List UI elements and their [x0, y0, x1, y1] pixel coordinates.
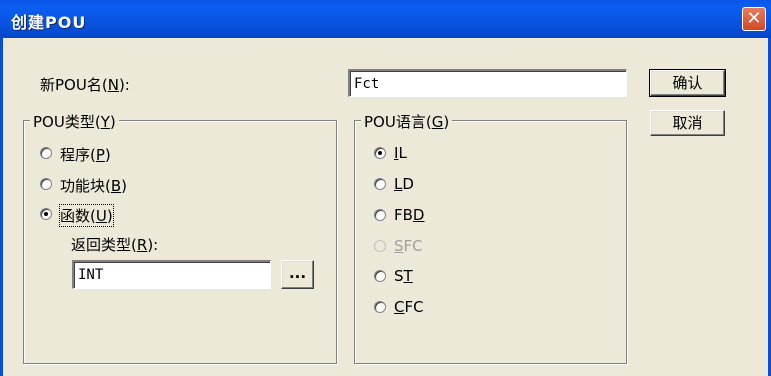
cancel-button[interactable]: 取消	[650, 110, 725, 136]
pou-name-label: 新POU名(N):	[40, 76, 130, 94]
pou-type-group: POU类型(Y) 程序(P) 功能块(B) 函数(U) 返回类型(R): INT…	[23, 111, 337, 364]
radio-lang-il-label: IL	[394, 144, 407, 162]
radio-lang-fbd-label: FBD	[394, 206, 425, 224]
close-icon: ✕	[746, 8, 762, 29]
radio-function-block-label: 功能块(B)	[60, 177, 128, 195]
radio-lang-sfc-indicator	[374, 240, 386, 252]
radio-lang-ld-label: LD	[394, 175, 414, 193]
ok-button[interactable]: 确认	[649, 69, 726, 97]
return-type-input[interactable]: INT	[72, 260, 271, 289]
dialog-body: 新POU名(N): Fct 确认 取消 POU类型(Y) 程序(P) 功能块(B…	[0, 38, 771, 376]
radio-function-label: 函数(U)	[59, 204, 114, 227]
pou-name-input[interactable]: Fct	[348, 69, 627, 97]
radio-lang-il-indicator[interactable]	[374, 147, 386, 159]
radio-function-block-indicator[interactable]	[40, 178, 52, 190]
radio-lang-ld-indicator[interactable]	[374, 178, 386, 190]
radio-lang-cfc-label: CFC	[394, 298, 424, 316]
pou-type-group-title: POU类型(Y)	[30, 111, 119, 132]
radio-program-indicator[interactable]	[40, 147, 52, 159]
title-bar[interactable]: 创建POU ✕	[0, 0, 771, 38]
radio-lang-st-indicator[interactable]	[374, 270, 386, 282]
window-title: 创建POU	[11, 13, 87, 32]
pou-language-group: POU语言(G) IL LD FBD SFC ST CFC	[354, 111, 627, 364]
radio-lang-sfc-label: SFC	[394, 237, 423, 255]
pou-language-group-title: POU语言(G)	[361, 111, 453, 132]
radio-function-indicator[interactable]	[40, 208, 52, 220]
radio-lang-st-label: ST	[394, 267, 413, 285]
return-type-label: 返回类型(R):	[71, 236, 159, 254]
radio-lang-cfc-indicator[interactable]	[374, 301, 386, 313]
radio-lang-fbd-indicator[interactable]	[374, 209, 386, 221]
radio-program-label: 程序(P)	[60, 146, 111, 164]
close-button[interactable]: ✕	[742, 7, 766, 31]
browse-button[interactable]: ...	[281, 260, 314, 289]
